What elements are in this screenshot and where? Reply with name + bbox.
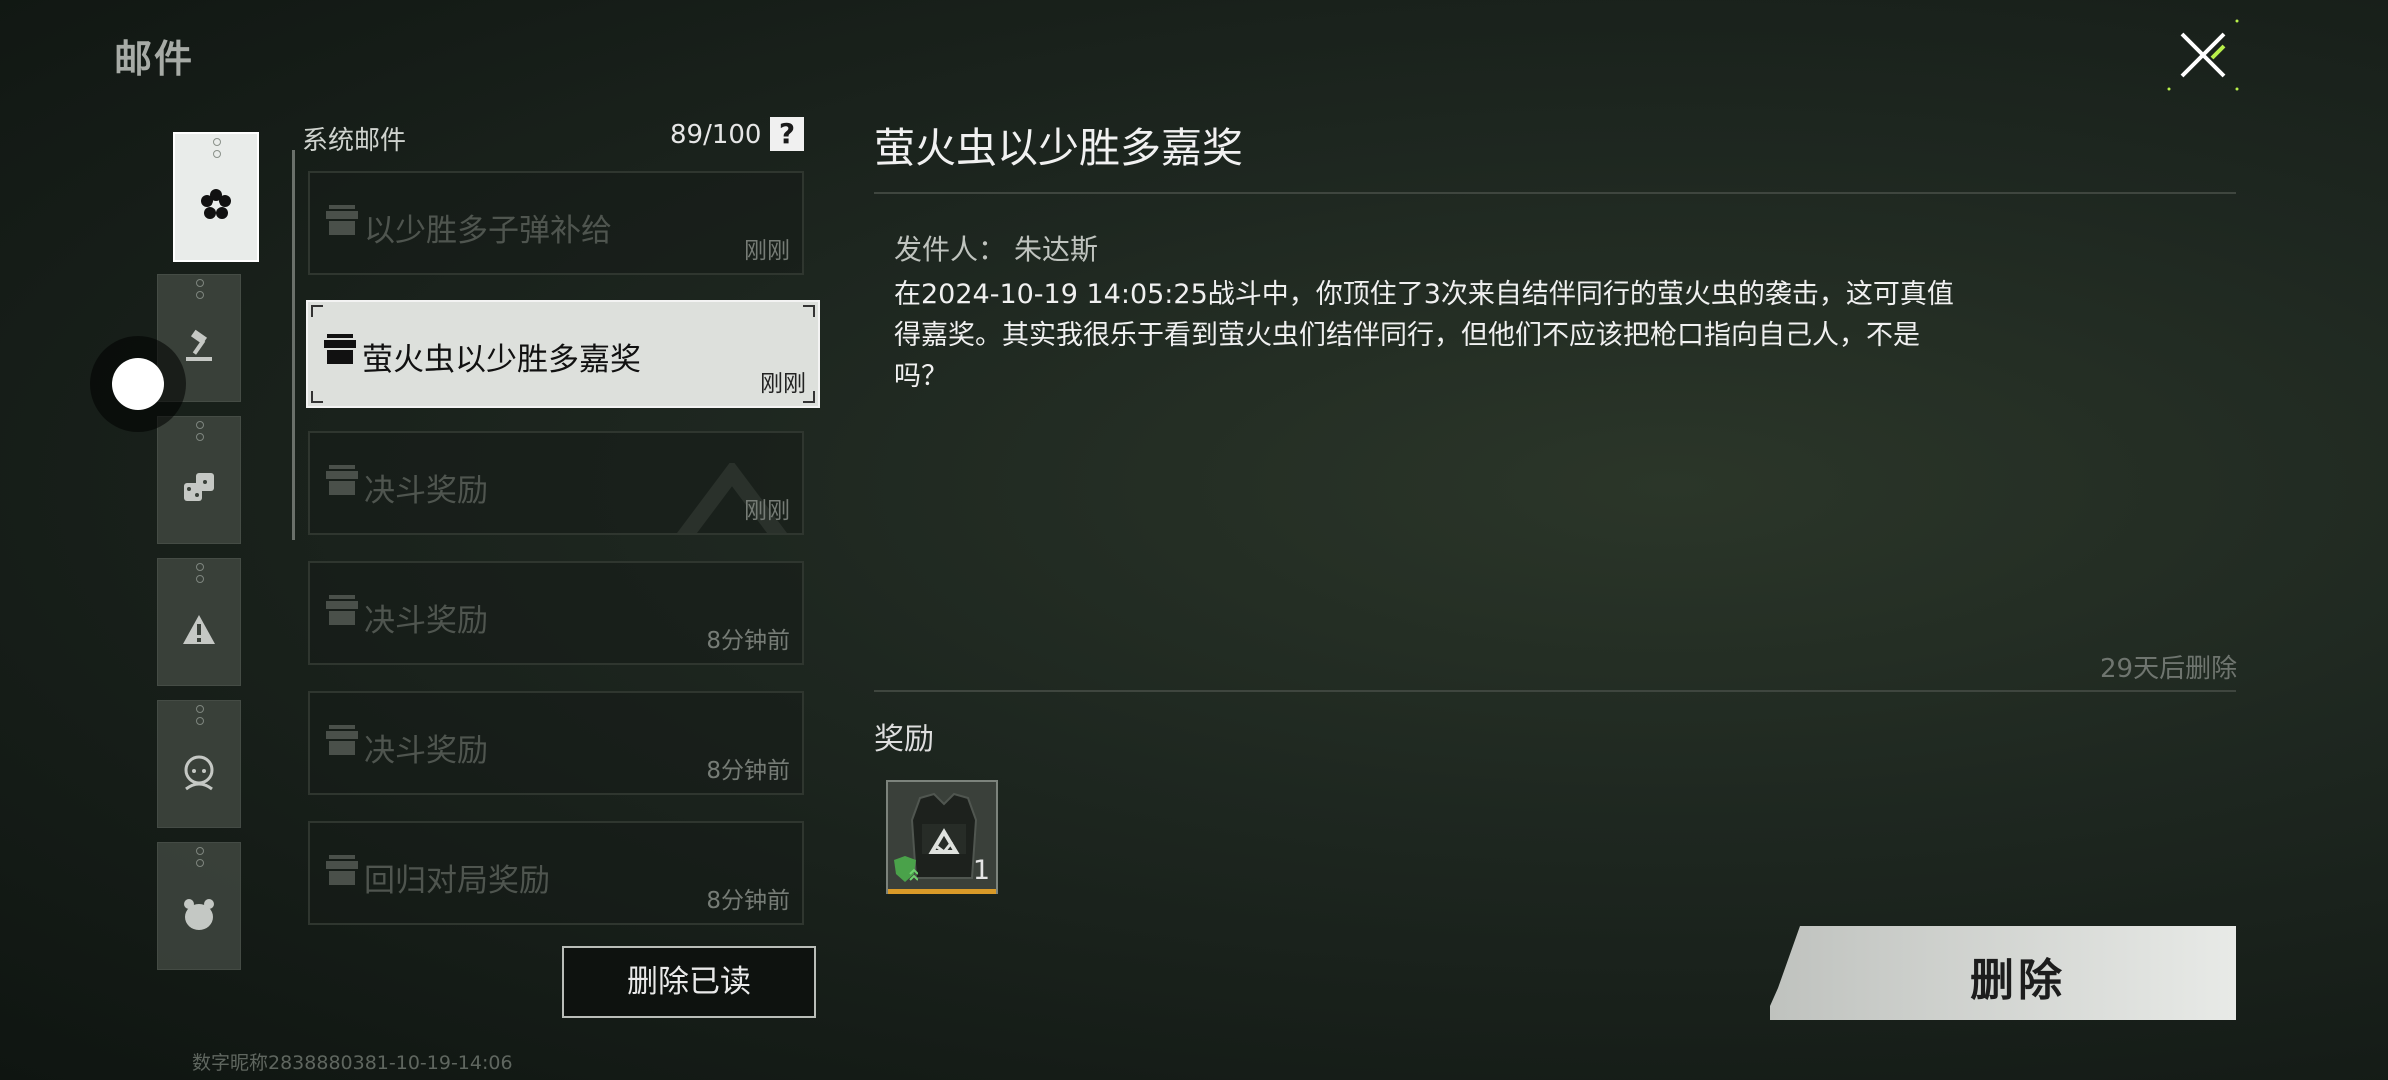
reward-item[interactable]: 1	[886, 780, 998, 894]
mail-item-time: 刚刚	[744, 238, 790, 264]
page-title: 邮件	[114, 37, 195, 81]
divider	[874, 690, 2236, 692]
gavel-icon	[180, 327, 218, 365]
gift-icon	[322, 332, 358, 366]
bear-icon	[180, 895, 218, 933]
mail-item-time: 刚刚	[744, 498, 790, 524]
delete-button[interactable]: 删除	[1770, 926, 2236, 1020]
category-game[interactable]	[157, 416, 241, 544]
mail-item-time: 8分钟前	[706, 758, 790, 784]
mail-item-title: 以少胜多子弹补给	[364, 213, 612, 249]
player-id-footer: 数字昵称2838880381-10-19-14:06	[192, 1052, 513, 1074]
category-warning[interactable]	[157, 558, 241, 686]
gift-icon	[324, 463, 360, 497]
category-social[interactable]	[157, 700, 241, 828]
mail-item[interactable]: 以少胜多子弹补给 刚刚	[308, 171, 804, 275]
close-button[interactable]	[2166, 18, 2240, 92]
person-icon	[180, 753, 218, 791]
close-icon	[2167, 19, 2239, 91]
dice-icon	[180, 469, 218, 507]
reward-count: 1	[972, 855, 990, 886]
sender-name: 朱达斯	[1014, 233, 1099, 266]
reward-section-label: 奖励	[874, 722, 934, 757]
divider	[874, 192, 2236, 194]
flower-icon	[197, 186, 235, 224]
sender-label: 发件人：	[894, 233, 1007, 266]
rarity-bar	[888, 889, 996, 894]
mail-item[interactable]: 决斗奖励 刚刚	[308, 431, 804, 535]
gift-icon	[324, 593, 360, 627]
help-icon[interactable]: ?	[770, 117, 804, 151]
delete-button-label: 删除	[1970, 955, 2066, 1006]
mail-item-selected[interactable]: 萤火虫以少胜多嘉奖 刚刚	[306, 300, 820, 408]
delete-read-button[interactable]: 删除已读	[562, 946, 816, 1018]
expire-notice: 29天后删除	[2100, 654, 2238, 684]
list-scrollbar[interactable]	[292, 150, 295, 540]
category-system-mail[interactable]	[173, 132, 259, 262]
floating-assist-button[interactable]	[90, 336, 186, 432]
mail-item-time: 刚刚	[760, 371, 806, 397]
mail-item-title: 决斗奖励	[364, 473, 488, 509]
mail-item[interactable]: 回归对局奖励 8分钟前	[308, 821, 804, 925]
mail-item-title: 决斗奖励	[364, 733, 488, 769]
mail-item-time: 8分钟前	[706, 888, 790, 914]
mail-item-title: 萤火虫以少胜多嘉奖	[362, 342, 641, 378]
mail-detail-title: 萤火虫以少胜多嘉奖	[874, 124, 1243, 172]
mail-body: 在2024-10-19 14:05:25战斗中，你顶住了3次来自结伴同行的萤火虫…	[894, 279, 1954, 392]
warning-icon	[180, 611, 218, 649]
mail-item-title: 决斗奖励	[364, 603, 488, 639]
shield-icon	[894, 856, 918, 882]
category-activity[interactable]	[157, 842, 241, 970]
gift-icon	[324, 723, 360, 757]
gift-icon	[324, 853, 360, 887]
mail-item-time: 8分钟前	[706, 628, 790, 654]
mail-item[interactable]: 决斗奖励 8分钟前	[308, 691, 804, 795]
mail-count: 89/100	[670, 120, 762, 150]
gift-icon	[324, 203, 360, 237]
mail-item-title: 回归对局奖励	[364, 863, 550, 899]
mail-list-header: 系统邮件	[302, 126, 407, 156]
mail-item[interactable]: 决斗奖励 8分钟前	[308, 561, 804, 665]
